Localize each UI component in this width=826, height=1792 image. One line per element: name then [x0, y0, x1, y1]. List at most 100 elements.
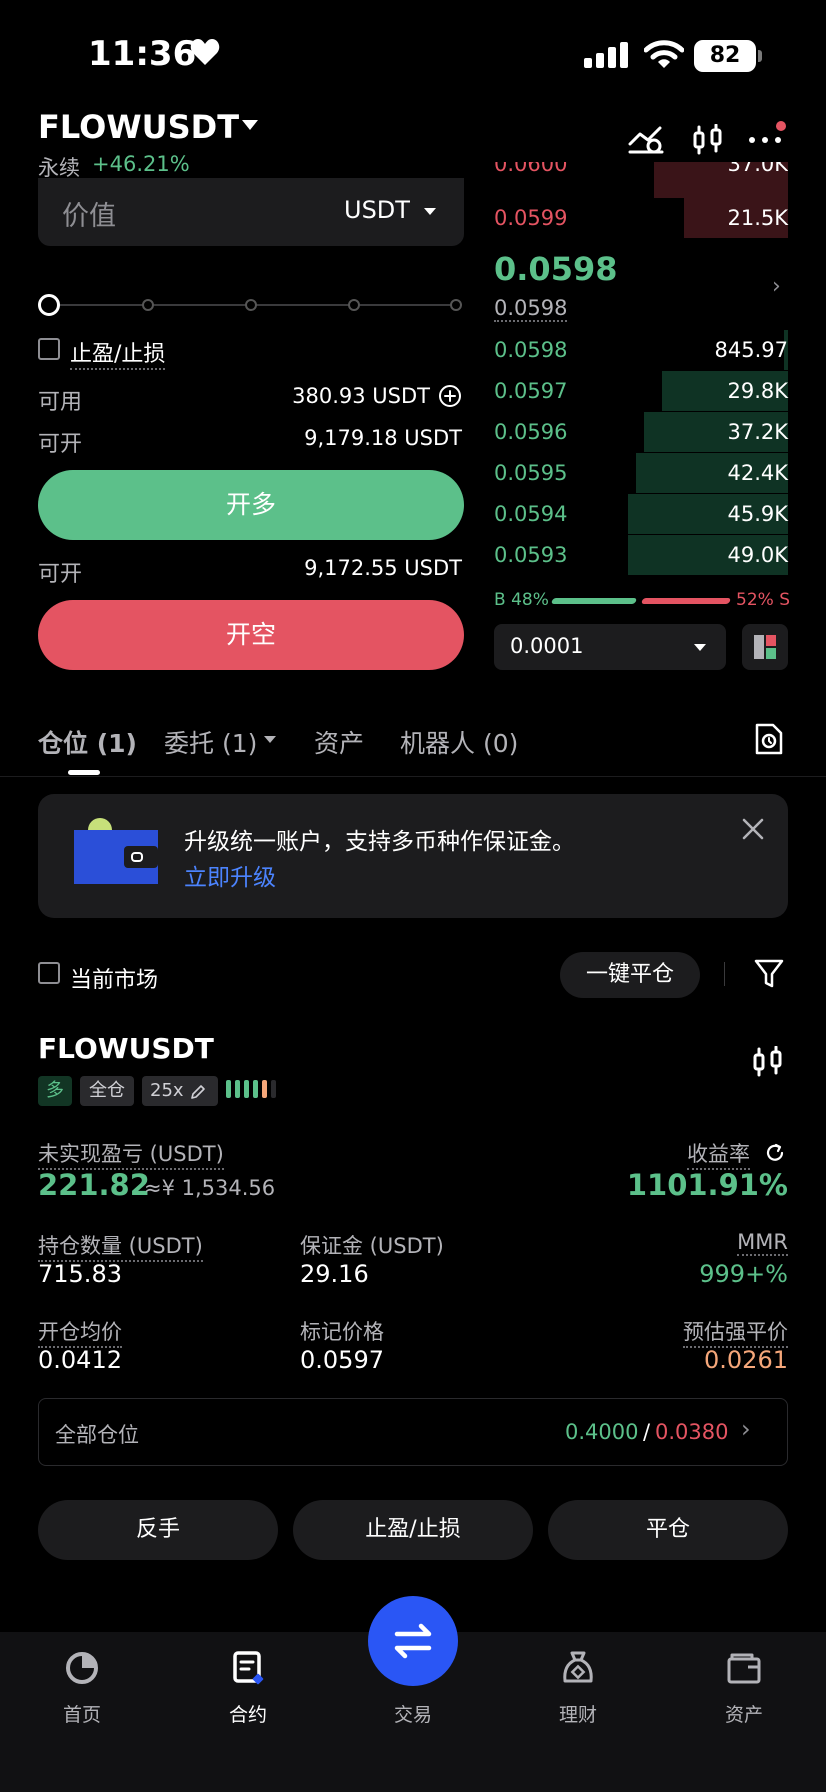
- more-icon[interactable]: [748, 118, 788, 150]
- leverage-tag[interactable]: 25x: [142, 1076, 218, 1106]
- ask-price: 0.0599: [494, 206, 568, 230]
- nav-home[interactable]: [32, 1650, 132, 1690]
- nav-futures[interactable]: [198, 1650, 298, 1690]
- slash: /: [643, 1420, 651, 1444]
- battery-indicator: 82: [694, 40, 756, 72]
- precision-selector[interactable]: 0.0001: [494, 624, 726, 670]
- bid-price: 0.0593: [494, 543, 568, 567]
- chevron-right-icon[interactable]: ›: [772, 274, 781, 299]
- reverse-button[interactable]: 反手: [38, 1500, 278, 1560]
- available-label: 可用: [38, 390, 83, 415]
- nav-trade-label[interactable]: 交易: [363, 1700, 463, 1727]
- bid-row[interactable]: 0.0596 37.2K: [494, 412, 788, 452]
- value-label: 价值: [62, 201, 116, 232]
- max-short-value: 9,172.55 USDT: [304, 556, 462, 580]
- candlestick-chart-icon[interactable]: [752, 1046, 784, 1078]
- ask-qty: 37.0K: [727, 162, 788, 176]
- liq-price-label[interactable]: 预估强平价: [683, 1316, 788, 1348]
- bid-row[interactable]: 0.0594 45.9K: [494, 494, 788, 534]
- slider-step-100[interactable]: [450, 299, 462, 311]
- upnl-label[interactable]: 未实现盈亏 (USDT): [38, 1138, 224, 1170]
- upgrade-link[interactable]: 立即升级: [184, 858, 276, 892]
- tpsl-label[interactable]: 止盈/止损: [70, 336, 166, 370]
- caret-down-icon[interactable]: [264, 736, 276, 743]
- contract-document-icon: [233, 1651, 264, 1685]
- tpsl-checkbox[interactable]: [38, 338, 60, 360]
- nav-earn[interactable]: [528, 1650, 628, 1690]
- bid-row[interactable]: 0.0598 845.97: [494, 330, 788, 370]
- position-symbol[interactable]: FLOWUSDT: [38, 1032, 214, 1065]
- active-tab-indicator: [68, 770, 100, 775]
- current-market-label[interactable]: 当前市场: [70, 962, 158, 994]
- pair-selector[interactable]: FLOWUSDT: [38, 108, 239, 146]
- tab-positions[interactable]: 仓位 (1): [38, 724, 137, 760]
- ask-row[interactable]: 0.0599 21.5K: [494, 198, 788, 238]
- nav-assets-label[interactable]: 资产: [694, 1700, 794, 1727]
- unit-selector[interactable]: USDT: [344, 196, 410, 224]
- tab-assets[interactable]: 资产: [314, 724, 364, 760]
- refresh-icon[interactable]: [764, 1142, 786, 1164]
- slider-handle[interactable]: [38, 294, 60, 316]
- money-bag-icon: [563, 1651, 593, 1683]
- risk-level-bar: [262, 1080, 267, 1098]
- caret-down-icon[interactable]: [242, 120, 258, 130]
- tab-bots[interactable]: 机器人 (0): [400, 724, 518, 760]
- margin-value: 29.16: [300, 1260, 369, 1288]
- ask-row[interactable]: 0.0600 37.0K: [494, 162, 788, 198]
- margin-mode-tag: 全仓: [80, 1076, 134, 1106]
- liq-price-value: 0.0261: [704, 1346, 788, 1374]
- size-label[interactable]: 持仓数量 (USDT): [38, 1230, 203, 1262]
- bid-row[interactable]: 0.0595 42.4K: [494, 453, 788, 493]
- cellular-signal-icon: [584, 42, 628, 68]
- chevron-right-icon: ›: [741, 1415, 751, 1443]
- risk-level-bar: [253, 1080, 258, 1098]
- nav-earn-label[interactable]: 理财: [528, 1700, 628, 1727]
- tab-orders[interactable]: 委托 (1): [164, 724, 257, 760]
- bid-row[interactable]: 0.0597 29.8K: [494, 371, 788, 411]
- all-positions-tpsl-row[interactable]: 全部仓位 0.4000 / 0.0380 ›: [38, 1398, 788, 1466]
- open-long-button[interactable]: 开多: [38, 470, 464, 540]
- max-long-label: 可开: [38, 432, 83, 457]
- upnl-cny: ≈¥ 1,534.56: [144, 1176, 276, 1200]
- trade-fab-button[interactable]: [368, 1596, 458, 1686]
- close-position-button[interactable]: 平仓: [548, 1500, 788, 1560]
- orderbook-layout-button[interactable]: [742, 624, 788, 670]
- last-price[interactable]: 0.0598: [494, 250, 617, 288]
- risk-level-bar: [226, 1080, 231, 1098]
- open-short-button[interactable]: 开空: [38, 600, 464, 670]
- max-long-value: 9,179.18 USDT: [304, 426, 462, 450]
- nav-home-label[interactable]: 首页: [32, 1700, 132, 1727]
- roe-value: 1101.91%: [626, 1168, 788, 1202]
- upgrade-banner[interactable]: 升级统一账户，支持多币种作保证金。 立即升级: [38, 794, 788, 918]
- nav-futures-label[interactable]: 合约: [198, 1700, 298, 1727]
- value-input[interactable]: 价值 USDT: [38, 178, 464, 246]
- leverage-value: 25x: [150, 1080, 184, 1101]
- bid-qty: 42.4K: [727, 461, 788, 485]
- tpsl-button[interactable]: 止盈/止损: [293, 1500, 533, 1560]
- add-circle-icon[interactable]: [438, 384, 462, 408]
- precision-value: 0.0001: [510, 634, 584, 658]
- battery-tip: [758, 50, 762, 62]
- sell-ratio-bar: [640, 598, 732, 604]
- entry-price-label[interactable]: 开仓均价: [38, 1316, 122, 1348]
- roe-label[interactable]: 收益率: [687, 1138, 750, 1170]
- close-icon[interactable]: [742, 818, 764, 840]
- price-alert-icon[interactable]: [628, 124, 664, 154]
- bid-row[interactable]: 0.0593 49.0K: [494, 535, 788, 575]
- current-market-checkbox[interactable]: [38, 962, 60, 984]
- close-all-button[interactable]: 一键平仓: [560, 952, 700, 998]
- mmr-label[interactable]: MMR: [737, 1230, 788, 1256]
- candlestick-chart-icon[interactable]: [692, 124, 724, 156]
- slider-step-50[interactable]: [245, 299, 257, 311]
- slider-step-25[interactable]: [142, 299, 154, 311]
- buy-ratio-bar: [550, 598, 638, 604]
- home-icon: [66, 1652, 98, 1684]
- sell-ratio: 52% S: [736, 590, 790, 610]
- filter-icon[interactable]: [754, 958, 784, 990]
- bid-qty: 45.9K: [727, 502, 788, 526]
- nav-assets[interactable]: [694, 1650, 794, 1690]
- history-document-icon[interactable]: [754, 722, 784, 756]
- status-bar: 11:36 82: [0, 0, 826, 100]
- slider-step-75[interactable]: [348, 299, 360, 311]
- layout-icon: [754, 635, 776, 659]
